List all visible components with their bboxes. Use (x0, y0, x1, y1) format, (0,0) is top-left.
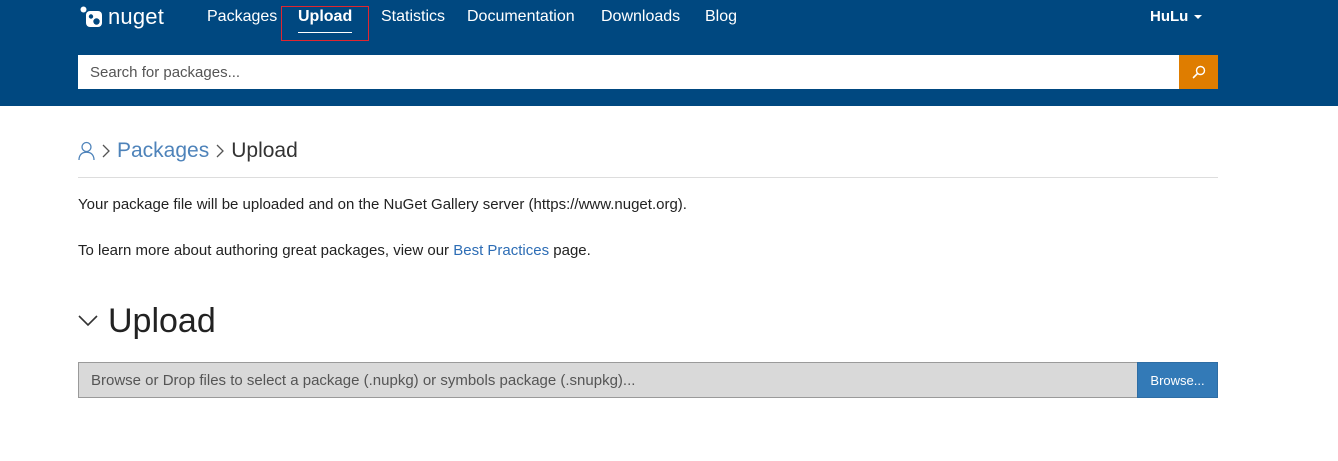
upload-section-header[interactable]: Upload (78, 300, 216, 342)
breadcrumb-separator-icon (101, 143, 111, 159)
nav-statistics[interactable]: Statistics (381, 8, 445, 26)
nuget-logo[interactable]: nuget (80, 3, 164, 31)
search-button[interactable] (1179, 55, 1218, 89)
nav-packages[interactable]: Packages (207, 8, 277, 26)
upload-file-picker: Browse or Drop files to select a package… (78, 362, 1218, 398)
best-practices-link[interactable]: Best Practices (453, 242, 549, 259)
browse-button[interactable]: Browse... (1137, 362, 1218, 398)
user-icon[interactable] (78, 141, 95, 161)
divider (78, 177, 1218, 178)
top-navbar: nuget Packages Upload Statistics Documen… (0, 0, 1338, 106)
chevron-down-icon[interactable] (78, 315, 98, 327)
nav-documentation[interactable]: Documentation (467, 8, 575, 26)
nav-downloads[interactable]: Downloads (601, 8, 680, 26)
nav-blog[interactable]: Blog (705, 8, 737, 26)
breadcrumb: Packages Upload (78, 138, 298, 164)
breadcrumb-current: Upload (231, 139, 298, 162)
user-name: HuLu (1150, 8, 1189, 25)
intro-text-best-practices: To learn more about authoring great pack… (78, 241, 591, 261)
intro-text-prefix: To learn more about authoring great pack… (78, 242, 454, 259)
search-icon (1192, 65, 1205, 79)
user-menu[interactable]: HuLu (1150, 8, 1203, 26)
intro-text-upload-server: Your package file will be uploaded and o… (78, 196, 687, 213)
nuget-logo-icon (80, 6, 102, 27)
breadcrumb-packages-link[interactable]: Packages (117, 138, 209, 164)
search-bar (78, 55, 1218, 89)
upload-section-title: Upload (108, 302, 216, 340)
search-input[interactable] (78, 55, 1179, 89)
intro-text-suffix: page. (549, 242, 591, 259)
file-drop-zone[interactable]: Browse or Drop files to select a package… (78, 362, 1137, 398)
active-nav-highlight (281, 6, 369, 41)
caret-down-icon (1194, 15, 1203, 19)
breadcrumb-separator-icon (215, 143, 225, 159)
logo-text: nuget (108, 4, 165, 29)
